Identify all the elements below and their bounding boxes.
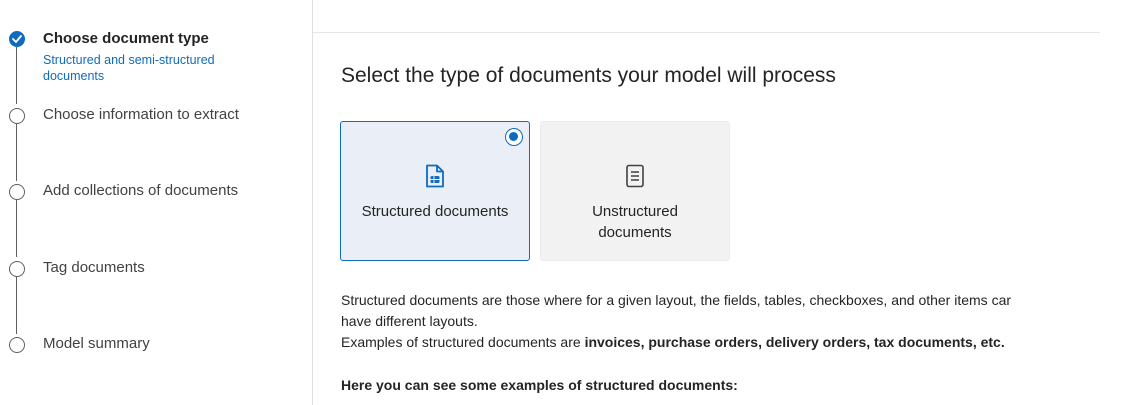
description-examples: Examples of structured documents are inv… bbox=[341, 332, 1133, 353]
step-title: Choose document type bbox=[43, 30, 209, 47]
step-circle-icon bbox=[9, 108, 25, 124]
selected-radio-icon[interactable] bbox=[505, 128, 523, 146]
description-line: have different layouts. bbox=[341, 313, 478, 329]
panel-divider bbox=[312, 0, 313, 405]
step-connector bbox=[16, 47, 17, 104]
examples-heading: Here you can see some examples of struct… bbox=[341, 377, 738, 393]
stepper: Choose document type Structured and semi… bbox=[0, 0, 312, 405]
step-circle-icon bbox=[9, 337, 25, 353]
step-title: Tag documents bbox=[43, 259, 145, 276]
unstructured-documents-option[interactable]: Unstructured documents bbox=[540, 121, 730, 261]
step-connector bbox=[16, 200, 17, 257]
text-document-icon bbox=[625, 164, 645, 193]
step-connector bbox=[16, 277, 17, 334]
page-title: Select the type of documents your model … bbox=[341, 64, 836, 87]
header-divider bbox=[313, 32, 1100, 33]
checkmark-icon bbox=[9, 31, 25, 47]
step-subtitle: Structured and semi-structured documents bbox=[43, 53, 215, 83]
step-title: Model summary bbox=[43, 335, 150, 352]
structured-documents-option[interactable]: Structured documents bbox=[340, 121, 530, 261]
step-title: Add collections of documents bbox=[43, 182, 239, 199]
option-description: Structured documents are those where for… bbox=[341, 290, 1133, 353]
step-circle-icon bbox=[9, 184, 25, 200]
step-connector bbox=[16, 124, 17, 181]
structured-document-icon bbox=[425, 164, 445, 193]
option-label: Structured documents bbox=[361, 203, 509, 220]
examples-list: invoices, purchase orders, delivery orde… bbox=[584, 334, 1005, 350]
step-title: Choose information to extract bbox=[43, 106, 239, 123]
description-line: Structured documents are those where for… bbox=[341, 292, 1012, 308]
option-label: Unstructured documents bbox=[592, 203, 678, 241]
step-circle-icon bbox=[9, 261, 25, 277]
examples-prefix: Examples of structured documents are bbox=[341, 334, 585, 350]
